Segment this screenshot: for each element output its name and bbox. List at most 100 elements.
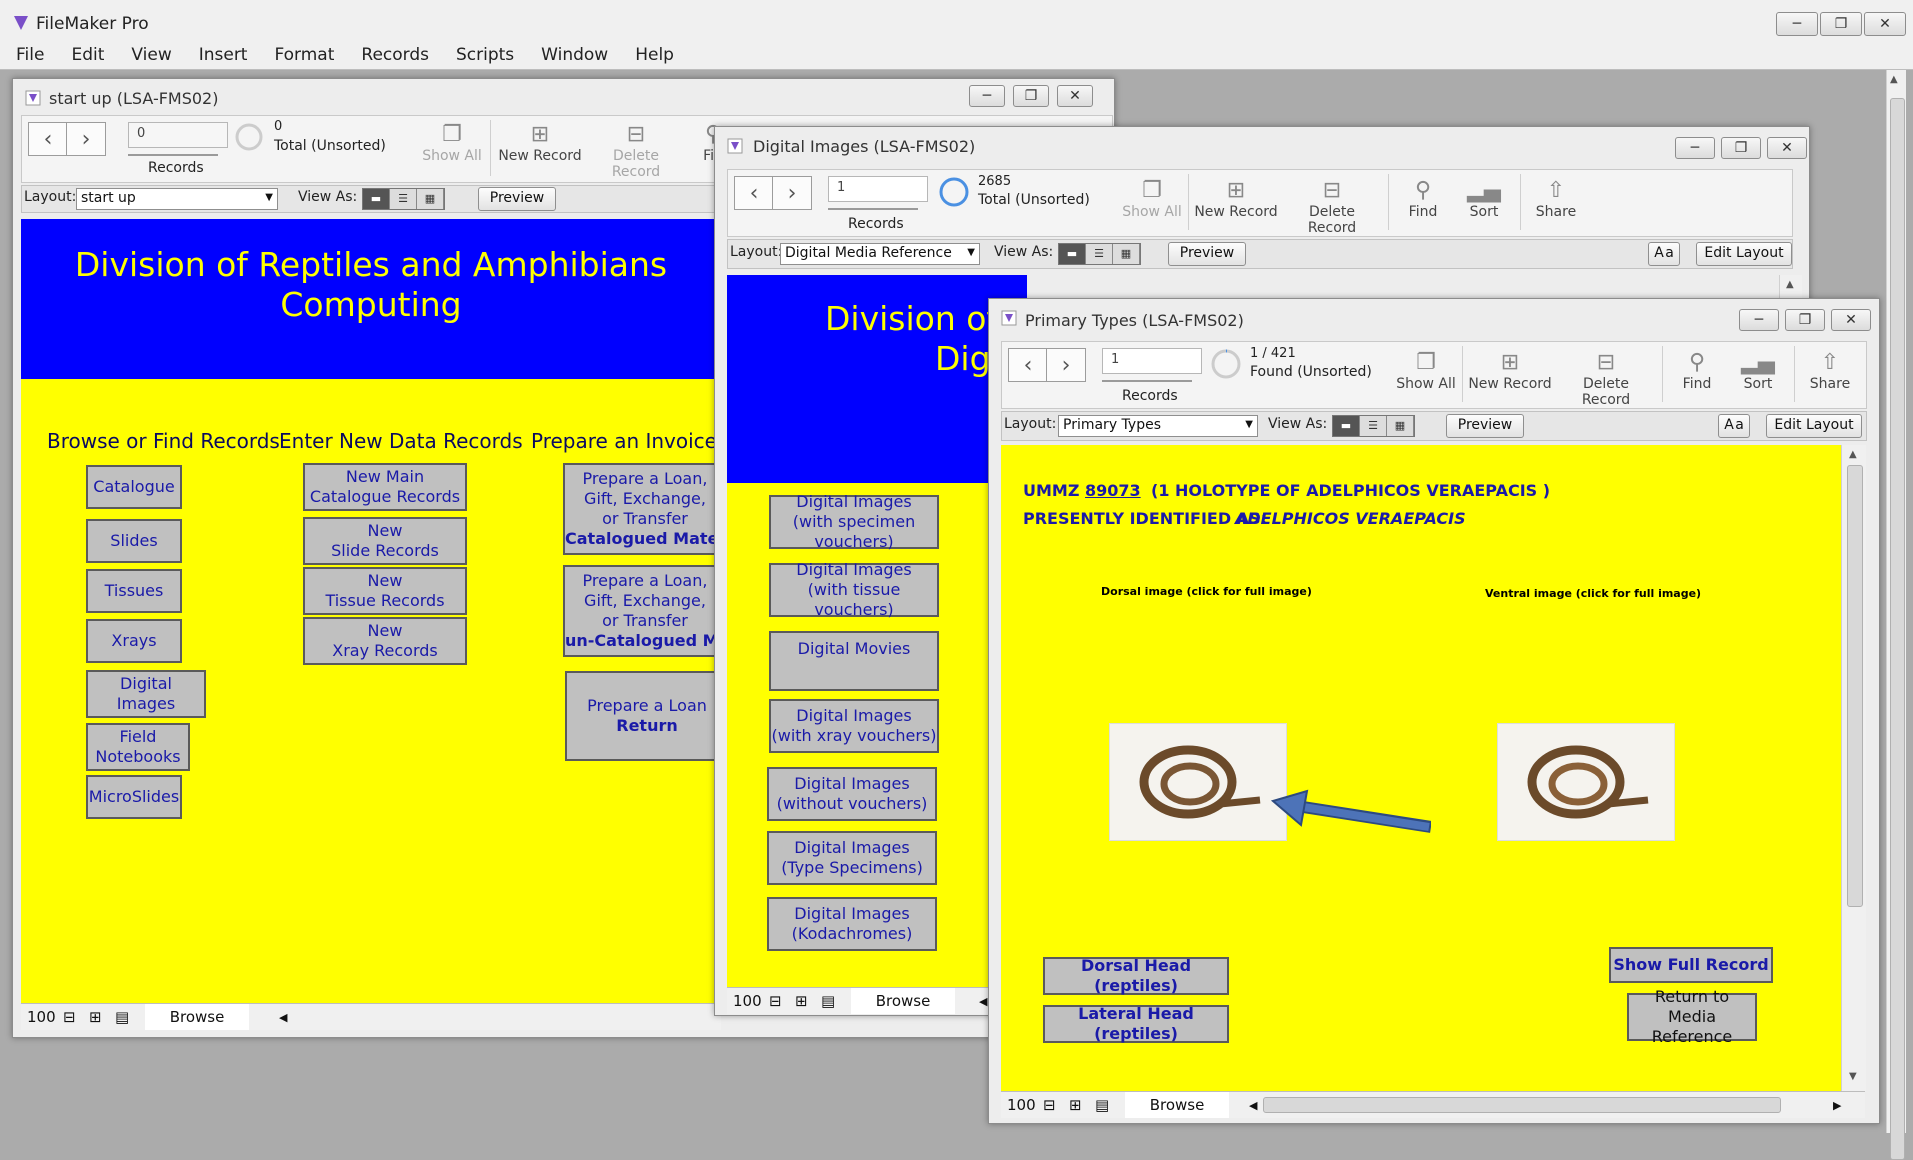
list-view-icon[interactable]: ☰	[390, 189, 417, 209]
previous-record-button[interactable]: ‹	[1008, 348, 1048, 382]
record-slider[interactable]	[828, 208, 918, 210]
images-xray-vouchers-button[interactable]: Digital Images (with xray vouchers)	[769, 699, 939, 753]
delete-record-button[interactable]: ⊟ Delete Record	[1284, 178, 1380, 236]
images-tissue-vouchers-button[interactable]: Digital Images (with tissue vouchers)	[769, 560, 939, 619]
menu-file[interactable]: File	[0, 42, 55, 68]
new-xray-records-button[interactable]: New Xray Records	[303, 617, 467, 665]
scroll-up-icon[interactable]: ▲	[1849, 449, 1857, 460]
zoom-level[interactable]: 100	[733, 988, 762, 1014]
zoom-out-icon[interactable]: ⊟	[1043, 1092, 1056, 1118]
minimize-button[interactable]: ─	[969, 85, 1005, 107]
show-all-button[interactable]: ❐ Show All	[1396, 350, 1456, 392]
scroll-up-icon[interactable]: ▲	[1890, 74, 1898, 85]
scroll-right-icon[interactable]: ▶	[1833, 1092, 1841, 1118]
share-button[interactable]: ⇧ Share	[1526, 178, 1586, 220]
share-button[interactable]: ⇧ Share	[1800, 350, 1860, 392]
list-view-icon[interactable]: ☰	[1086, 244, 1113, 264]
show-all-button[interactable]: ❐ Show All	[1122, 178, 1182, 220]
scroll-thumb[interactable]	[1847, 465, 1863, 907]
loan-catalogued-button[interactable]: Prepare a Loan, Gift, Exchange, or Transfe…	[563, 463, 727, 555]
new-slide-records-button[interactable]: New Slide Records	[303, 517, 467, 565]
microslides-button[interactable]: MicroSlides	[86, 775, 182, 819]
close-button[interactable]: ✕	[1057, 85, 1093, 107]
minimize-button[interactable]: ─	[1739, 309, 1779, 331]
zoom-out-icon[interactable]: ⊟	[63, 1004, 76, 1030]
images-without-vouchers-button[interactable]: Digital Images (without vouchers)	[767, 767, 937, 821]
view-as-toggle[interactable]: ▬ ☰ ▦	[1058, 243, 1141, 265]
edit-layout-button[interactable]: Edit Layout	[1766, 414, 1862, 438]
ventral-image[interactable]	[1497, 723, 1675, 841]
scroll-left-icon[interactable]: ◀	[979, 988, 987, 1014]
app-minimize-button[interactable]: ─	[1776, 12, 1818, 36]
toolbar-toggle-icon[interactable]: ▤	[1095, 1092, 1109, 1118]
zoom-in-icon[interactable]: ⊞	[1069, 1092, 1082, 1118]
menu-scripts[interactable]: Scripts	[440, 42, 525, 68]
images-specimen-vouchers-button[interactable]: Digital Images (with specimen vouchers)	[769, 492, 939, 551]
preview-button[interactable]: Preview	[1446, 414, 1524, 438]
restore-button[interactable]: ❐	[1721, 137, 1761, 159]
scroll-left-icon[interactable]: ◀	[1249, 1092, 1257, 1118]
app-scroll-thumb[interactable]	[1890, 98, 1905, 1160]
new-record-button[interactable]: ⊞ New Record	[1468, 350, 1552, 392]
sort-button[interactable]: ▂▄ Sort	[1454, 178, 1514, 220]
zoom-level[interactable]: 100	[1007, 1092, 1036, 1118]
form-view-icon[interactable]: ▬	[363, 189, 390, 209]
show-all-button[interactable]: ❐ Show All	[422, 122, 482, 164]
menu-insert[interactable]: Insert	[183, 42, 259, 68]
view-as-toggle[interactable]: ▬ ☰ ▦	[1332, 415, 1415, 437]
vertical-scrollbar[interactable]: ▲ ▼	[1841, 445, 1866, 1091]
new-catalogue-records-button[interactable]: New Main Catalogue Records	[303, 463, 467, 511]
restore-button[interactable]: ❐	[1013, 85, 1049, 107]
zoom-level[interactable]: 100	[27, 1004, 56, 1030]
sort-button[interactable]: ▂▄ Sort	[1728, 350, 1788, 392]
menu-records[interactable]: Records	[345, 42, 440, 68]
form-view-icon[interactable]: ▬	[1059, 244, 1086, 264]
list-view-icon[interactable]: ☰	[1360, 416, 1387, 436]
lateral-head-button[interactable]: Lateral Head (reptiles)	[1043, 1004, 1229, 1043]
record-number-input[interactable]: 1	[828, 176, 928, 202]
table-view-icon[interactable]: ▦	[417, 189, 444, 209]
horizontal-scroll-thumb[interactable]	[1263, 1097, 1781, 1113]
new-tissue-records-button[interactable]: New Tissue Records	[303, 567, 467, 615]
next-record-button[interactable]: ›	[66, 122, 106, 156]
scroll-left-icon[interactable]: ◀	[279, 1004, 287, 1030]
close-button[interactable]: ✕	[1831, 309, 1871, 331]
text-format-icon[interactable]: A a	[1648, 242, 1680, 266]
text-format-icon[interactable]: A a	[1718, 414, 1750, 438]
previous-record-button[interactable]: ‹	[734, 176, 774, 210]
preview-button[interactable]: Preview	[478, 187, 556, 211]
xrays-button[interactable]: Xrays	[86, 619, 182, 663]
scroll-down-icon[interactable]: ▼	[1849, 1071, 1857, 1082]
delete-record-button[interactable]: ⊟ Delete Record	[588, 122, 684, 180]
menu-view[interactable]: View	[115, 42, 182, 68]
mode-selector[interactable]: Browse	[1125, 1092, 1229, 1118]
zoom-in-icon[interactable]: ⊞	[795, 988, 808, 1014]
loan-return-button[interactable]: Prepare a Loan Return	[565, 671, 729, 761]
record-slider[interactable]	[128, 154, 218, 156]
form-view-icon[interactable]: ▬	[1333, 416, 1360, 436]
mode-selector[interactable]: Browse	[851, 988, 955, 1014]
layout-select[interactable]: Digital Media Reference ▼	[780, 243, 980, 265]
menu-window[interactable]: Window	[525, 42, 619, 68]
next-record-button[interactable]: ›	[772, 176, 812, 210]
layout-select[interactable]: start up ▼	[76, 188, 278, 210]
record-number-input[interactable]: 0	[128, 122, 228, 148]
menu-edit[interactable]: Edit	[55, 42, 115, 68]
toolbar-toggle-icon[interactable]: ▤	[115, 1004, 129, 1030]
edit-layout-button[interactable]: Edit Layout	[1696, 242, 1792, 266]
dorsal-head-button[interactable]: Dorsal Head (reptiles)	[1043, 956, 1229, 995]
preview-button[interactable]: Preview	[1168, 242, 1246, 266]
restore-button[interactable]: ❐	[1785, 309, 1825, 331]
loan-uncatalogued-button[interactable]: Prepare a Loan, Gift, Exchange, or Transfe…	[563, 565, 727, 657]
catalogue-button[interactable]: Catalogue	[86, 465, 182, 509]
return-to-media-reference-button[interactable]: Return to Media Reference	[1627, 987, 1757, 1046]
show-full-record-button[interactable]: Show Full Record	[1609, 947, 1773, 983]
vertical-scrollbar[interactable]: ▲	[1779, 275, 1802, 299]
field-notebooks-button[interactable]: Field Notebooks	[86, 723, 190, 771]
images-kodachromes-button[interactable]: Digital Images (Kodachromes)	[767, 897, 937, 951]
delete-record-button[interactable]: ⊟ Delete Record	[1558, 350, 1654, 408]
close-button[interactable]: ✕	[1767, 137, 1807, 159]
digital-images-button[interactable]: Digital Images	[86, 670, 206, 718]
table-view-icon[interactable]: ▦	[1113, 244, 1140, 264]
find-button[interactable]: ⚲ Find	[1398, 178, 1448, 220]
